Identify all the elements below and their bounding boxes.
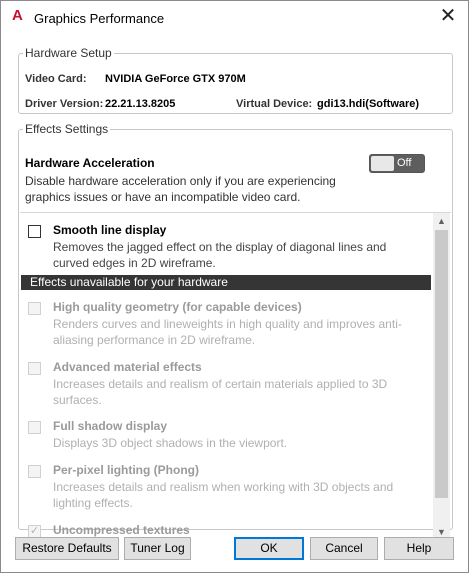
- effect-title: Per-pixel lighting (Phong): [53, 463, 199, 477]
- effect-item-per-pixel-lighting: Per-pixel lighting (Phong) Increases det…: [20, 461, 432, 511]
- cancel-button[interactable]: Cancel: [310, 537, 378, 560]
- effects-scrollbar[interactable]: ▲ ▼: [433, 213, 450, 539]
- scrollbar-thumb[interactable]: [435, 230, 448, 498]
- hardware-setup-legend: Hardware Setup: [25, 46, 112, 60]
- effect-title: Uncompressed textures: [53, 523, 190, 537]
- toggle-state-label: Off: [397, 157, 412, 169]
- hardware-setup-group: Hardware Setup Video Card: NVIDIA GeForc…: [18, 46, 453, 114]
- effects-settings-legend: Effects Settings: [25, 122, 109, 136]
- effect-title: Advanced material effects: [53, 360, 202, 374]
- effect-description: Removes the jagged effect on the display…: [53, 240, 387, 270]
- ok-button[interactable]: OK: [234, 537, 304, 560]
- hardware-acceleration-description: Disable hardware acceleration only if yo…: [25, 174, 336, 204]
- advanced-material-checkbox: [28, 362, 41, 375]
- virtual-device-value: gdi13.hdi(Software): [317, 98, 420, 110]
- effect-description: Increases details and realism of certain…: [53, 377, 388, 407]
- autocad-logo-icon: A: [12, 7, 23, 24]
- effect-title: High quality geometry (for capable devic…: [53, 300, 302, 314]
- scroll-up-arrow-icon[interactable]: ▲: [433, 213, 450, 229]
- restore-defaults-button[interactable]: Restore Defaults: [15, 537, 119, 560]
- toggle-knob: [371, 156, 394, 171]
- full-shadow-checkbox: [28, 421, 41, 434]
- effect-item-full-shadow: Full shadow display Displays 3D object s…: [20, 417, 432, 453]
- hardware-acceleration-title: Hardware Acceleration: [25, 156, 155, 170]
- video-card-label: Video Card:: [25, 73, 87, 85]
- graphics-performance-dialog: A Graphics Performance ✕ Hardware Setup …: [0, 0, 469, 573]
- effect-title: Full shadow display: [53, 419, 168, 433]
- effects-list: Smooth line display Removes the jagged e…: [20, 212, 451, 539]
- help-button[interactable]: Help: [384, 537, 454, 560]
- video-card-value: NVIDIA GeForce GTX 970M: [105, 73, 246, 85]
- driver-version-value: 22.21.13.8205: [105, 98, 176, 110]
- virtual-device-label: Virtual Device:: [236, 98, 313, 110]
- close-icon[interactable]: ✕: [434, 5, 462, 29]
- unavailable-effects-header: Effects unavailable for your hardware: [21, 275, 431, 290]
- effect-description: Renders curves and lineweights in high q…: [53, 317, 402, 347]
- effect-item-high-quality-geometry: High quality geometry (for capable devic…: [20, 298, 432, 348]
- effect-item-smooth-line: Smooth line display Removes the jagged e…: [20, 221, 432, 273]
- hardware-acceleration-toggle[interactable]: Off: [369, 154, 425, 173]
- effects-settings-group: Effects Settings Hardware Acceleration D…: [18, 122, 453, 539]
- high-quality-geometry-checkbox: [28, 302, 41, 315]
- per-pixel-lighting-checkbox: [28, 465, 41, 478]
- tuner-log-button[interactable]: Tuner Log: [124, 537, 191, 560]
- driver-version-label: Driver Version:: [25, 98, 104, 110]
- smooth-line-checkbox[interactable]: [28, 225, 41, 238]
- window-title: Graphics Performance: [34, 11, 165, 26]
- title-bar: A Graphics Performance ✕: [1, 1, 468, 33]
- effect-title: Smooth line display: [53, 223, 167, 237]
- effect-item-advanced-material: Advanced material effects Increases deta…: [20, 358, 432, 408]
- effect-description: Increases details and realism when worki…: [53, 480, 394, 510]
- effect-description: Displays 3D object shadows in the viewpo…: [53, 436, 288, 450]
